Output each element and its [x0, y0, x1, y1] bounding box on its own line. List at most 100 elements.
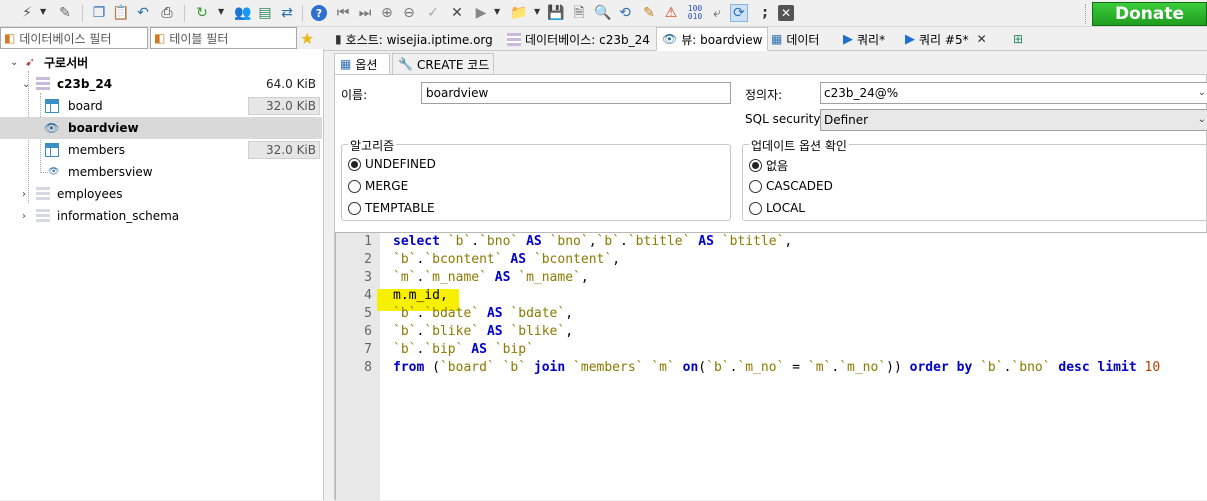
tab-host[interactable]: ▮ 호스트: wisejia.iptime.org	[330, 28, 498, 50]
tree-node-membersview[interactable]: 👁 membersview	[0, 161, 322, 183]
database-label: information_schema	[57, 209, 180, 223]
check-option-title: 업데이트 옵션 확인	[749, 137, 849, 154]
chevron-down-icon[interactable]: ▼	[494, 7, 500, 16]
check-cascaded-radio[interactable]: CASCADED	[749, 179, 833, 193]
copy-icon[interactable]: ❐	[90, 4, 108, 22]
play-icon: ▶	[905, 31, 915, 47]
chevron-down-icon: ⌄	[1197, 114, 1206, 125]
folder-icon[interactable]: 📁	[510, 4, 528, 22]
security-label: SQL security:	[745, 112, 824, 126]
server-icon: ➹	[25, 55, 36, 69]
separator-icon[interactable]: ;	[756, 4, 774, 22]
algorithm-temptable-radio[interactable]: TEMPTABLE	[348, 201, 435, 215]
algorithm-merge-radio[interactable]: MERGE	[348, 179, 408, 193]
chevron-down-icon[interactable]: ▼	[40, 7, 46, 16]
star-icon[interactable]: ★	[300, 29, 314, 48]
subtab-create-code[interactable]: 🔧 CREATE 코드	[392, 53, 494, 75]
refresh-icon[interactable]: ↻	[193, 4, 211, 22]
collapse-arrow-icon[interactable]: ›	[22, 211, 26, 222]
first-icon[interactable]: ⏮	[334, 4, 352, 22]
tab-query-5[interactable]: ▶ 쿼리 #5* ✕	[900, 28, 992, 50]
tab-view[interactable]: 👁 뷰: boardview	[656, 27, 769, 51]
tree-node-information-schema[interactable]: › information_schema	[0, 205, 322, 227]
filter-icon: ◧	[4, 31, 16, 45]
algorithm-undefined-radio[interactable]: UNDEFINED	[348, 157, 436, 171]
tab-query[interactable]: ▶ 쿼리*	[838, 28, 890, 50]
close-icon[interactable]: ✕	[977, 32, 987, 46]
connect-icon[interactable]: ⚡	[18, 4, 36, 22]
code-line: `b`.`bdate` AS `bdate`,	[393, 306, 574, 321]
definer-select[interactable]: c23b_24@% ⌄	[820, 82, 1207, 104]
save-icon[interactable]: 💾	[547, 4, 565, 22]
replace-icon[interactable]: ⟲	[616, 4, 634, 22]
tree-node-boardview[interactable]: 👁 boardview	[0, 117, 322, 139]
definer-value: c23b_24@%	[824, 86, 899, 100]
wrap-icon[interactable]: ⤶	[708, 4, 726, 22]
last-icon[interactable]: ⏭	[356, 4, 374, 22]
close-tab-icon[interactable]: ✕	[778, 5, 794, 21]
tree-node-members[interactable]: members 32.0 KiB	[0, 139, 322, 161]
chevron-down-icon[interactable]: ▼	[534, 7, 540, 16]
expand-arrow-icon[interactable]: ⌄	[10, 57, 18, 68]
database-size: 64.0 KiB	[266, 77, 316, 91]
collapse-arrow-icon[interactable]: ›	[22, 189, 26, 200]
tree-node-board[interactable]: board 32.0 KiB	[0, 95, 322, 117]
undo-icon[interactable]: ↶	[134, 4, 152, 22]
code-line: `b`.`blike` AS `blike`,	[393, 324, 574, 339]
view-icon: 👁	[48, 167, 60, 177]
view-icon: 👁	[662, 32, 678, 46]
disconnect-icon[interactable]: ✎	[56, 4, 74, 22]
tab-label: 쿼리*	[857, 32, 886, 47]
line-number: 6	[364, 324, 372, 339]
view-icon: 👁	[44, 121, 60, 135]
radio-label: TEMPTABLE	[365, 201, 435, 215]
run-icon[interactable]: ▶	[472, 4, 490, 22]
expand-arrow-icon[interactable]: ⌄	[22, 79, 30, 90]
server-label: 구로서버	[44, 55, 89, 70]
binary-icon[interactable]: 100 010	[686, 4, 704, 22]
radio-label: UNDEFINED	[365, 157, 436, 171]
database-filter-placeholder: 데이터베이스 필터	[19, 31, 112, 46]
table-filter[interactable]: ◧ 테이블 필터	[150, 27, 297, 49]
find-icon[interactable]: 🔍	[594, 4, 612, 22]
paste-icon[interactable]: 📋	[112, 4, 130, 22]
tab-label: 쿼리 #5*	[919, 32, 969, 47]
host-icon: ▮	[335, 32, 342, 46]
tree-node-employees[interactable]: › employees	[0, 183, 322, 205]
subtab-options[interactable]: ▦ 옵션	[334, 53, 390, 75]
line-number-gutter: 1 2 3 4 5 6 7 8	[336, 233, 380, 501]
donate-button[interactable]: Donate	[1092, 2, 1207, 26]
security-select[interactable]: Definer ⌄	[820, 109, 1207, 131]
transfer-icon[interactable]: ⇄	[278, 4, 296, 22]
tree-node-database[interactable]: ⌄ c23b_24 64.0 KiB	[0, 73, 322, 95]
chevron-down-icon[interactable]: ▼	[218, 7, 224, 16]
chevron-down-icon: ⌄	[1197, 87, 1206, 98]
sql-editor[interactable]: 1 2 3 4 5 6 7 8 select `b`.`bno` AS `bno`,`b`.`…	[335, 232, 1207, 501]
print-icon[interactable]: ⎙	[158, 4, 176, 22]
radio-label: CASCADED	[766, 179, 833, 193]
tab-label: 데이터	[786, 32, 820, 47]
tab-database[interactable]: 데이터베이스: c23b_24	[502, 28, 655, 50]
tab-data[interactable]: ▦ 데이터	[766, 28, 824, 50]
tree-node-server[interactable]: ⌄ ➹ 구로서버	[0, 51, 322, 73]
radio-label: LOCAL	[766, 201, 805, 215]
users-icon[interactable]: 👥	[234, 4, 252, 22]
help-icon[interactable]: ?	[311, 5, 327, 21]
sync-icon[interactable]: ⟳	[730, 4, 748, 22]
new-tab-button[interactable]: ⊞	[1008, 28, 1028, 50]
warning-icon[interactable]: ⚠	[662, 4, 680, 22]
check-local-radio[interactable]: LOCAL	[749, 201, 805, 215]
add-row-icon[interactable]: ⊕	[378, 4, 396, 22]
view-label: boardview	[68, 121, 139, 135]
security-value: Definer	[824, 113, 869, 127]
post-icon[interactable]: ✓	[424, 4, 442, 22]
save-as-icon[interactable]: 🗎	[570, 4, 588, 22]
format-icon[interactable]: ✎	[640, 4, 658, 22]
export-icon[interactable]: ▤	[256, 4, 274, 22]
code-line: `b`.`bcontent` AS `bcontent`,	[393, 252, 621, 267]
view-name-input[interactable]: boardview	[421, 82, 731, 104]
cancel-icon[interactable]: ✕	[448, 4, 466, 22]
delete-row-icon[interactable]: ⊖	[400, 4, 418, 22]
check-none-radio[interactable]: 없음	[749, 157, 788, 174]
database-filter[interactable]: ◧ 데이터베이스 필터	[0, 27, 148, 49]
